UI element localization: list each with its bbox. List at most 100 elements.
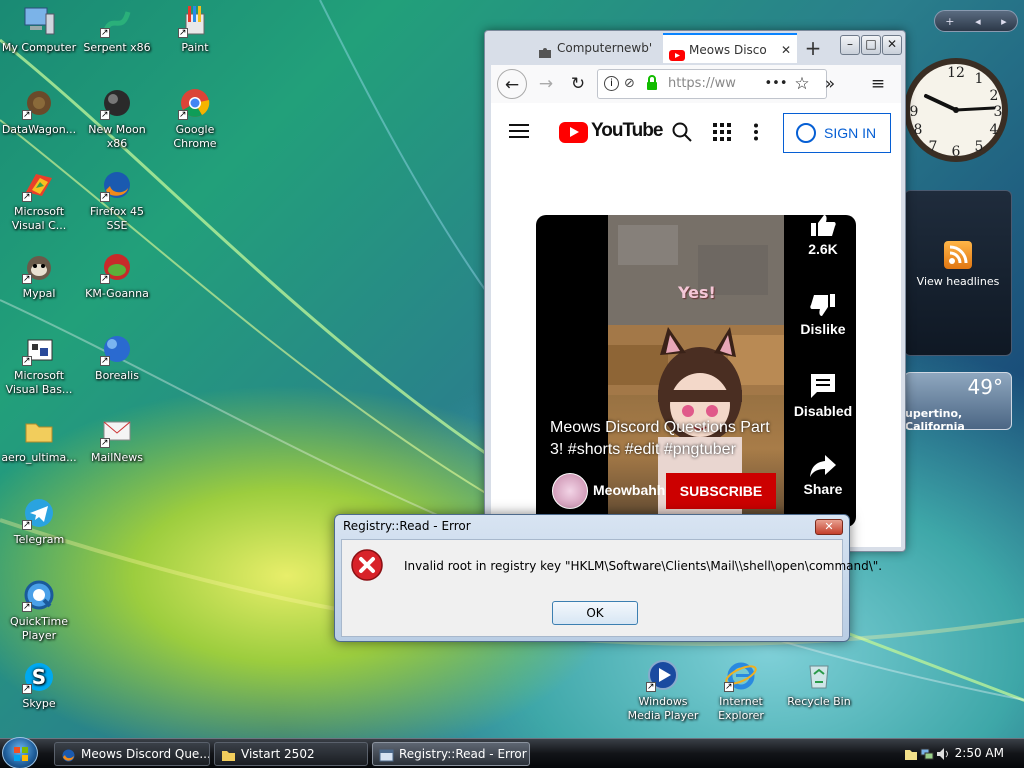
taskbar-item-vistart[interactable]: Vistart 2502 (214, 742, 368, 766)
menu-button[interactable]: ≡ (863, 69, 893, 99)
bookmark-button[interactable]: ☆ (787, 69, 817, 99)
telegram-icon (22, 496, 56, 532)
desktop-icon-firefox[interactable]: Firefox 45 SSE (78, 168, 156, 233)
video-title[interactable]: Meows Discord Questions Part 3! #shorts … (550, 417, 780, 461)
shortcut-arrow-icon (100, 436, 110, 450)
clock-gadget[interactable]: 12 1 2 345 678 9 (902, 50, 1010, 174)
desktop-icon-chrome[interactable]: Google Chrome (156, 86, 234, 151)
desktop-icon-mypal[interactable]: Mypal (0, 250, 78, 301)
back-button[interactable]: ← (497, 69, 527, 99)
visual-basic-icon (22, 332, 56, 368)
search-button[interactable] (671, 121, 693, 143)
desktop-icon-windows-media-player[interactable]: Windows Media Player (624, 658, 702, 723)
analog-clock-icon: 12 12 345 678 9 (904, 58, 1008, 162)
desktop-icon-my-computer[interactable]: My Computer (0, 4, 78, 55)
registry-error-dialog: Registry::Read - Error ✕ Invalid root in… (334, 514, 882, 642)
dialog-close-button[interactable]: ✕ (815, 519, 843, 535)
datawagon-icon (22, 86, 56, 122)
close-tab-icon[interactable]: ✕ (781, 35, 791, 63)
desktop-icon-visual-c[interactable]: Microsoft Visual C... (0, 168, 78, 233)
channel-avatar[interactable] (552, 473, 588, 509)
more-dots-icon: ••• (764, 76, 788, 91)
comments-button[interactable]: Disabled (792, 373, 854, 419)
desktop-icon-label: Mypal (22, 287, 56, 300)
rss-icon (944, 241, 972, 269)
apps-button[interactable] (713, 123, 731, 141)
mail-icon (100, 414, 134, 450)
guide-menu-button[interactable] (509, 123, 529, 139)
youtube-logo[interactable]: YouTube (559, 120, 663, 145)
network-icon[interactable] (920, 747, 934, 761)
channel-name[interactable]: Meowbahh (593, 482, 665, 498)
sign-in-button[interactable]: SIGN IN (783, 113, 891, 153)
page-content: YouTube SIGN IN Yes! Meows Discord Quest… (491, 103, 901, 547)
desktop-icon-aero-ultima[interactable]: aero_ultima... (0, 414, 78, 465)
taskbar-item-registry-error[interactable]: Registry::Read - Error (372, 742, 530, 766)
shortcut-arrow-icon (100, 108, 110, 122)
next-gadget-button[interactable]: ▸ (1001, 15, 1007, 28)
back-arrow-icon: ← (504, 75, 520, 95)
desktop-icon-label: Windows Media Player (627, 695, 699, 722)
shortcut-arrow-icon (100, 354, 110, 368)
svg-text:9: 9 (910, 104, 919, 120)
youtube-play-icon (559, 122, 588, 143)
new-moon-icon (100, 86, 134, 122)
weather-gadget[interactable]: 49° upertino, California (904, 372, 1012, 433)
dialog-message: Invalid root in registry key "HKLM\Softw… (404, 559, 883, 573)
new-tab-button[interactable]: + (799, 33, 827, 63)
subscribe-button[interactable]: SUBSCRIBE (666, 473, 776, 509)
ok-button[interactable]: OK (552, 601, 638, 625)
tab-meows-discord[interactable]: Meows Disco ✕ (663, 33, 797, 63)
svg-text:8: 8 (914, 122, 923, 138)
desktop-icon-km-goanna[interactable]: KM-Goanna (78, 250, 156, 301)
desktop-icon-label: My Computer (1, 41, 77, 54)
shortcut-arrow-icon (22, 272, 32, 286)
desktop-icon-visual-basic[interactable]: Microsoft Visual Bas... (0, 332, 78, 397)
svg-text:2: 2 (990, 88, 999, 104)
share-button[interactable]: Share (792, 455, 854, 497)
km-goanna-icon (100, 250, 134, 286)
shortcut-arrow-icon (724, 680, 734, 694)
desktop-icon-paint[interactable]: Paint (156, 4, 234, 55)
forward-arrow-icon: → (538, 74, 554, 94)
desktop-icon-new-moon[interactable]: New Moon x86 (78, 86, 156, 151)
dislike-button[interactable]: Dislike (792, 293, 854, 337)
settings-more-button[interactable] (753, 123, 759, 141)
desktop-icon-recycle-bin[interactable]: Recycle Bin (780, 658, 858, 709)
like-button[interactable]: 2.6K (792, 215, 854, 257)
desktop-icon-label: Serpent x86 (83, 41, 151, 54)
system-clock[interactable]: 2:50 AM (955, 746, 1004, 760)
thumbs-up-icon (811, 215, 836, 236)
desktop-icon-borealis[interactable]: Borealis (78, 332, 156, 383)
feed-headlines-gadget[interactable]: View headlines (904, 190, 1012, 356)
svg-text:7: 7 (929, 139, 938, 155)
svg-text:6: 6 (952, 144, 961, 160)
desktop-icon-mailnews[interactable]: MailNews (78, 414, 156, 465)
taskbar: Meows Discord Que... Vistart 2502 Regist… (0, 737, 1024, 768)
maximize-button[interactable]: □ (861, 35, 881, 55)
tab-computernewb[interactable]: Computernewb' (531, 33, 661, 63)
forward-button[interactable]: → (531, 69, 561, 99)
minimize-button[interactable]: – (840, 35, 860, 55)
desktop-icon-quicktime[interactable]: QuickTime Player (0, 578, 78, 643)
reload-button[interactable]: ↻ (563, 69, 593, 99)
add-gadget-button[interactable]: + (945, 15, 954, 28)
folder-icon (22, 414, 56, 448)
volume-icon[interactable] (936, 747, 950, 761)
shorts-video-player[interactable]: Yes! Meows Discord Questions Part 3! #sh… (536, 215, 856, 527)
desktop-icon-telegram[interactable]: Telegram (0, 496, 78, 547)
error-icon (350, 548, 384, 582)
previous-gadget-button[interactable]: ◂ (975, 15, 981, 28)
taskbar-item-firefox[interactable]: Meows Discord Que... (54, 742, 210, 766)
notification-folder-icon[interactable] (904, 747, 918, 761)
chrome-icon (178, 86, 212, 122)
desktop-icon-internet-explorer[interactable]: Internet Explorer (702, 658, 780, 723)
desktop-icon-skype[interactable]: S Skype (0, 660, 78, 711)
recycle-bin-icon (802, 658, 836, 692)
start-button[interactable] (2, 737, 38, 768)
overflow-button[interactable]: » (815, 69, 845, 99)
close-window-button[interactable]: ✕ (882, 35, 902, 55)
tab-label: Meows Disco (689, 43, 767, 57)
desktop-icon-serpent[interactable]: Serpent x86 (78, 4, 156, 55)
desktop-icon-datawagon[interactable]: DataWagon... (0, 86, 78, 137)
